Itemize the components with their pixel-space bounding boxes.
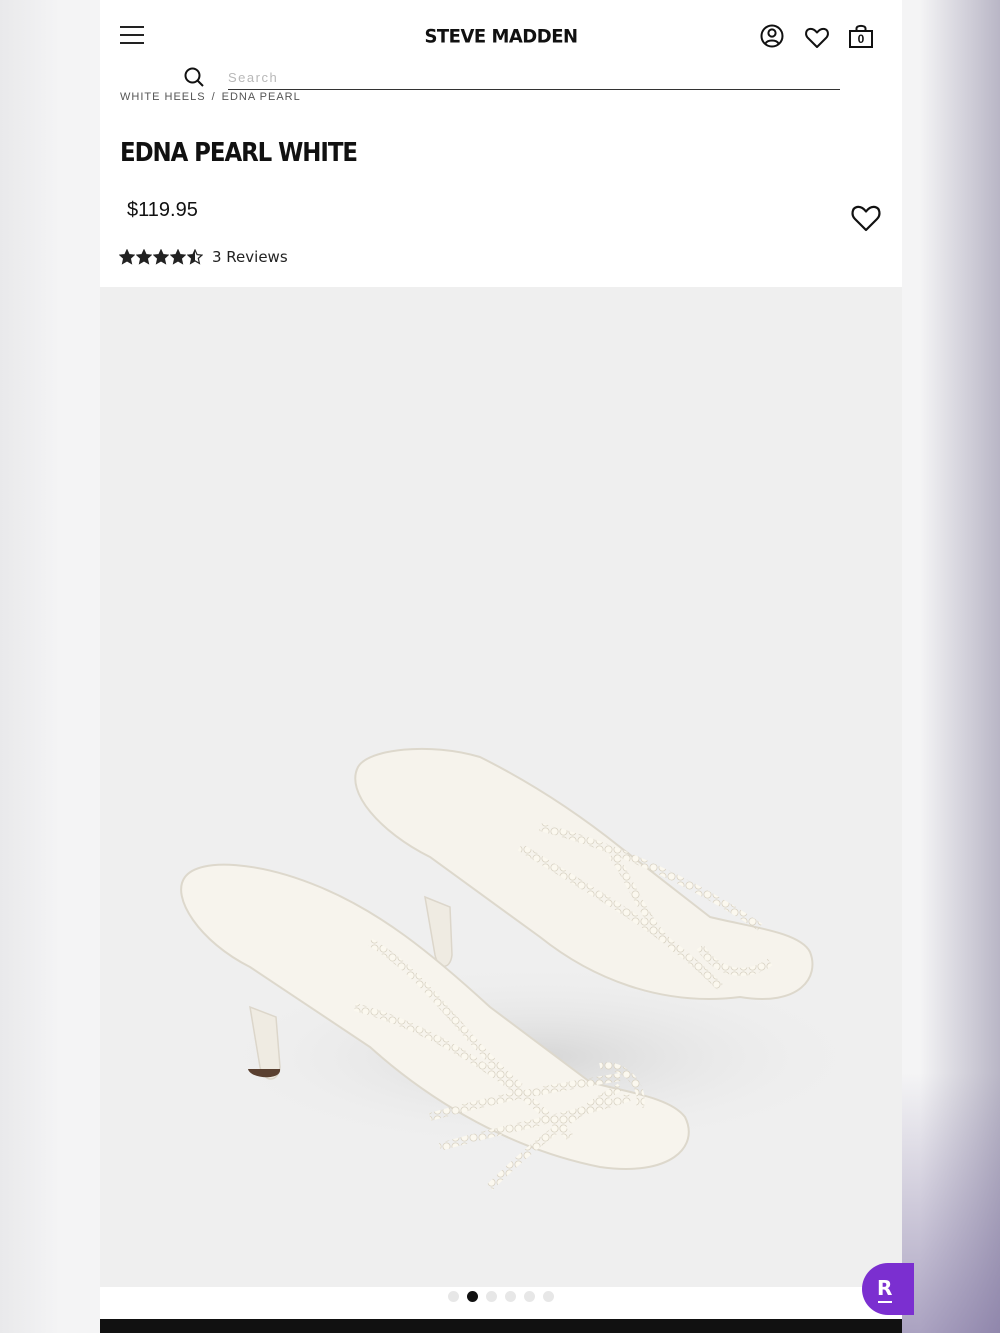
shopping-bag-button[interactable]: 0 — [848, 22, 874, 50]
add-to-wishlist-heart-icon[interactable] — [850, 203, 882, 233]
gallery-dot[interactable] — [486, 1290, 497, 1302]
search-icon[interactable] — [183, 66, 205, 88]
background-shade — [900, 1073, 1000, 1333]
product-rating[interactable]: 3 Reviews — [119, 247, 288, 267]
rewards-button[interactable]: R — [862, 1263, 914, 1315]
search-input[interactable] — [228, 66, 840, 90]
breadcrumb-separator: / — [211, 91, 216, 100]
star-half-icon — [187, 249, 203, 265]
gallery-dot[interactable] — [448, 1290, 459, 1302]
gallery-dot[interactable] — [505, 1290, 516, 1302]
product-image — [180, 747, 870, 1190]
product-page: STEVE MADDEN 0 WHITE HEELS/EDNA PEARL — [100, 0, 902, 1333]
rating-stars — [119, 249, 203, 265]
footer-bar — [100, 1319, 902, 1333]
product-image-gallery[interactable] — [100, 287, 902, 1287]
star-full-icon — [170, 249, 186, 265]
reviews-link[interactable]: 3 Reviews — [212, 248, 288, 266]
gallery-dot[interactable] — [524, 1290, 535, 1302]
account-icon[interactable] — [759, 22, 785, 50]
star-full-icon — [153, 249, 169, 265]
product-title: EDNA PEARL WHITE — [120, 138, 358, 168]
heart-icon[interactable] — [804, 24, 830, 52]
bag-count: 0 — [857, 32, 865, 46]
star-full-icon — [136, 249, 152, 265]
breadcrumb-item-white-heels[interactable]: WHITE HEELS — [120, 91, 206, 100]
gallery-pagination — [100, 1290, 902, 1302]
breadcrumb-item-edna-pearl[interactable]: EDNA PEARL — [222, 91, 301, 100]
rewards-label: R — [877, 1276, 893, 1300]
gallery-dot[interactable] — [467, 1290, 478, 1302]
rewards-underline — [878, 1301, 892, 1303]
breadcrumb: WHITE HEELS / EDNA PEARL — [120, 88, 301, 100]
site-header: STEVE MADDEN 0 WHITE HEELS/EDNA PEARL — [100, 0, 902, 100]
star-full-icon — [119, 249, 135, 265]
product-price: $119.95 — [127, 199, 198, 221]
gallery-dot[interactable] — [543, 1290, 554, 1302]
